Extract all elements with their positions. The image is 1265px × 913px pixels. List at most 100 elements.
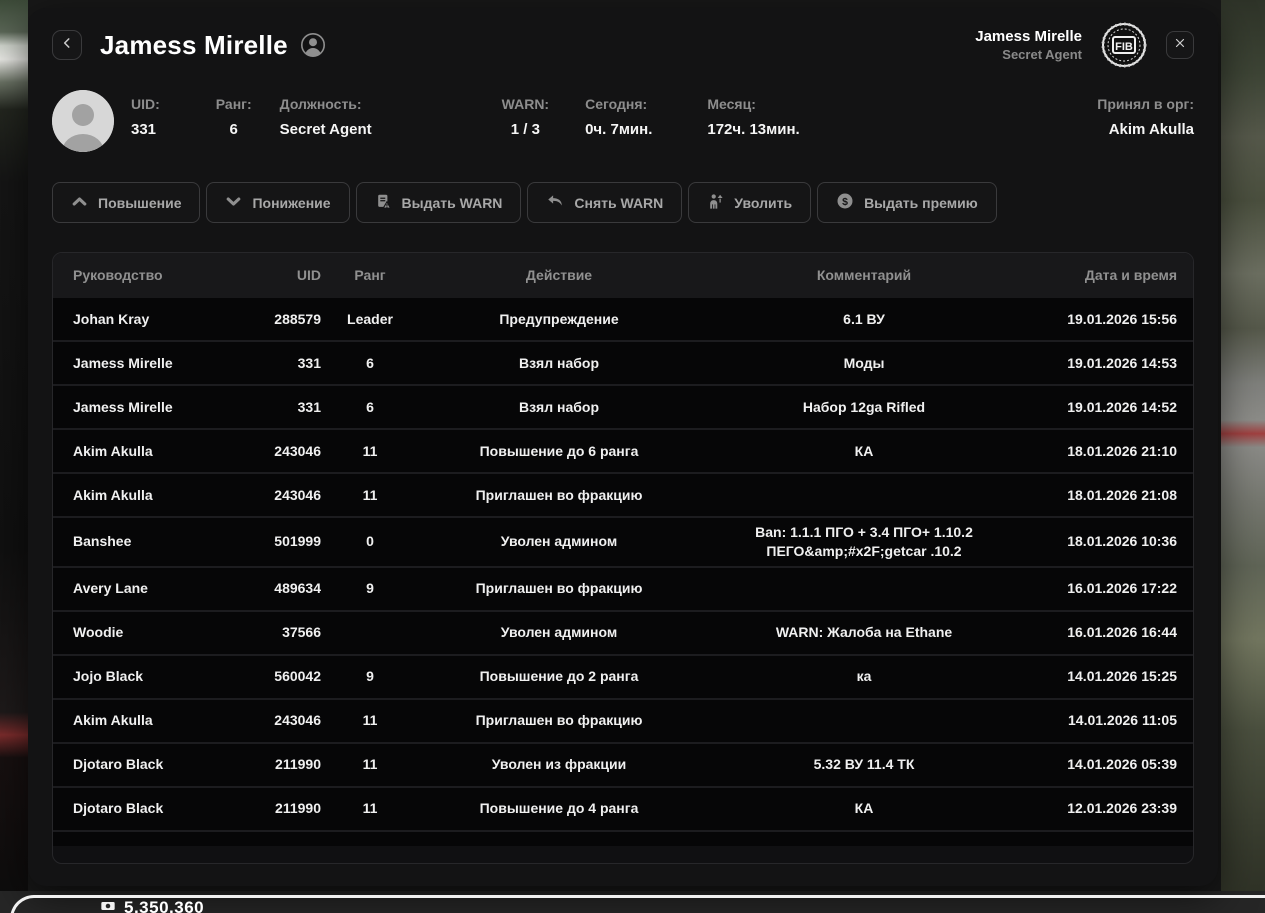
action-button-выдать-warn[interactable]: Выдать WARN — [355, 182, 522, 223]
table-row: Djotaro Black 211990 11 Повышение до 4 ранг… — [53, 787, 1193, 832]
column-header: Ранг — [354, 267, 386, 284]
table-cell: 16.01.2026 17:22 — [1067, 580, 1177, 597]
back-button[interactable] — [52, 30, 82, 60]
stat-label: Принял в орг: — [1097, 96, 1194, 112]
action-button-выдать-премию[interactable]: $ Выдать премию — [817, 182, 997, 223]
action-button-снять-warn[interactable]: Снять WARN — [527, 182, 683, 223]
action-button-уволить[interactable]: Уволить — [688, 182, 812, 223]
game-backdrop-left — [0, 0, 28, 913]
svg-text:$: $ — [842, 196, 848, 208]
table-cell: Avery Lane — [73, 580, 148, 597]
stat-label: WARN: — [501, 96, 550, 112]
table-cell: ка — [856, 668, 872, 685]
action-button-повышение[interactable]: Повышение — [52, 182, 201, 223]
column-header: Руководство — [73, 267, 163, 284]
table-cell: 6 — [366, 398, 374, 415]
table-row: Woodie 37566 Уволен админом WARN: Жалоба на… — [53, 611, 1193, 656]
chevron-up-icon — [71, 193, 88, 213]
table-cell: Akim Akulla — [73, 712, 153, 729]
stat-value: 0ч. 7мин. — [585, 121, 653, 138]
table-row: Jamess Mirelle 331 6 Взял набор Набор 12ga R… — [53, 386, 1193, 430]
stat-item-2: Ранг: 6 — [216, 90, 252, 138]
table-cell: Повышение до 6 ранга — [479, 442, 639, 459]
close-icon — [1174, 36, 1186, 54]
game-screen: 5,350,360 Jamess Mirelle Jamess Mirelle … — [0, 0, 1265, 913]
column-header: Действие — [525, 267, 593, 284]
undo-arrow-icon — [546, 192, 564, 213]
chevron-down-icon — [225, 193, 242, 213]
table-cell: Уволен из фракции — [491, 756, 627, 773]
page-title: Jamess Mirelle — [100, 29, 288, 60]
table-cell — [699, 490, 1029, 500]
table-row: Jamess Mirelle 331 6 Взял набор Моды 19.01.20… — [53, 342, 1193, 386]
chevron-left-icon — [60, 36, 74, 55]
column-header: Дата и время — [1084, 267, 1177, 284]
table-cell: Предупреждение — [499, 310, 619, 327]
table-cell: 18.01.2026 21:08 — [1067, 486, 1177, 503]
action-button-label: Уволить — [734, 194, 793, 211]
table-cell: Моды — [843, 354, 885, 371]
table-cell: 11 — [362, 486, 378, 503]
table-body: Johan Kray 288579 Leader Предупреждение 6.1 … — [53, 298, 1193, 832]
table-cell: Banshee — [73, 533, 132, 550]
table-cell: Приглашен во фракцию — [475, 712, 643, 729]
action-button-понижение[interactable]: Понижение — [206, 182, 350, 223]
table-cell: 0 — [366, 533, 374, 550]
stat-label: Должность: — [279, 96, 362, 112]
table-row-partial — [53, 831, 1193, 846]
table-cell: Взял набор — [518, 398, 599, 415]
table-cell: Woodie — [73, 624, 124, 641]
action-button-label: Понижение — [252, 194, 331, 211]
stat-value: Akim Akulla — [1108, 121, 1194, 138]
stat-item-6: Месяц: 172ч. 13мин. — [707, 90, 799, 138]
table-cell: 331 — [297, 398, 321, 415]
person-remove-icon — [707, 193, 724, 213]
table-cell: 11 — [362, 800, 378, 817]
money-hud: 5,350,360 — [100, 898, 204, 913]
table-cell: 211990 — [275, 756, 321, 773]
stats-row: UID: 331 Ранг: 6 Должность: Secret Agent WARN:… — [52, 90, 1194, 152]
table-row: Akim Akulla 243046 11 Приглашен во фракцию 1… — [53, 474, 1193, 518]
action-log-table: Руководство UID Ранг Действие Комментарий Дат… — [52, 252, 1194, 864]
table-cell: 6 — [366, 354, 374, 371]
panel-header: Jamess Mirelle Jamess Mirelle Secret Age… — [52, 22, 1194, 68]
stat-label: Сегодня: — [585, 96, 648, 112]
stat-label: Ранг: — [215, 96, 252, 112]
table-cell: 16.01.2026 16:44 — [1067, 624, 1177, 641]
table-cell: Leader — [347, 310, 393, 327]
table-cell: 489634 — [274, 580, 321, 597]
close-button[interactable] — [1166, 31, 1194, 59]
table-cell: 11 — [362, 712, 378, 729]
table-cell: WARN: Жалоба на Ethane — [775, 624, 953, 641]
table-cell: Уволен админом — [500, 624, 618, 641]
table-cell: 14.01.2026 11:05 — [1068, 712, 1177, 729]
fib-seal-icon: FIB — [1100, 21, 1148, 69]
table-cell: 243046 — [274, 712, 321, 729]
table-cell: Akim Akulla — [73, 486, 153, 503]
table-cell: Повышение до 4 ранга — [479, 800, 639, 817]
stat-value: 172ч. 13мин. — [707, 121, 800, 138]
table-cell: 288579 — [274, 310, 321, 327]
table-cell: 19.01.2026 15:56 — [1067, 310, 1177, 327]
table-cell: 14.01.2026 05:39 — [1067, 756, 1177, 773]
table-row: Djotaro Black 211990 11 Уволен из фракции 5.… — [53, 743, 1193, 788]
table-cell: 18.01.2026 10:36 — [1067, 533, 1177, 550]
table-cell — [699, 584, 1029, 594]
table-row: Banshee 501999 0 Уволен админом Ban: 1.1.1 П… — [53, 518, 1193, 568]
table-cell: 12.01.2026 23:39 — [1067, 800, 1177, 817]
table-cell: 211990 — [275, 800, 321, 817]
table-cell: Djotaro Black — [73, 800, 164, 817]
table-cell: 243046 — [274, 442, 321, 459]
stat-value: 6 — [229, 121, 238, 138]
table-cell: 19.01.2026 14:52 — [1067, 398, 1177, 415]
column-header: Комментарий — [816, 267, 912, 284]
member-avatar — [52, 90, 114, 152]
stat-item-5: Сегодня: 0ч. 7мин. — [585, 90, 652, 138]
table-cell: Akim Akulla — [73, 442, 153, 459]
table-cell: 18.01.2026 21:10 — [1067, 442, 1177, 459]
table-cell — [699, 716, 1029, 726]
action-button-label: Выдать премию — [864, 194, 978, 211]
person-circle-icon[interactable] — [300, 32, 326, 58]
table-cell: Jojo Black — [73, 668, 144, 685]
table-cell: КА — [854, 442, 874, 459]
